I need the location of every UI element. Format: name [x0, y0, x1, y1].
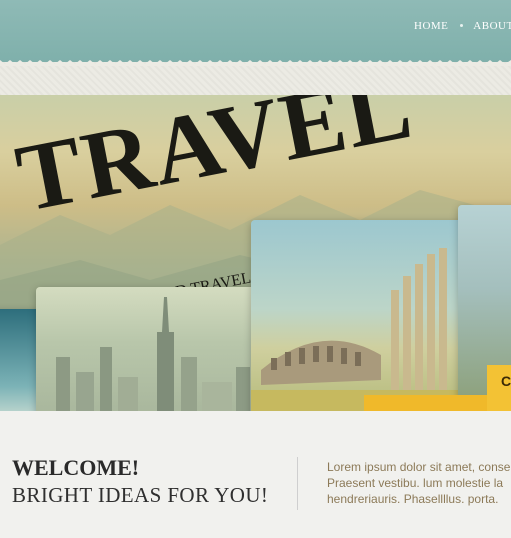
paper-band [0, 62, 511, 96]
cta-letter: C [501, 373, 511, 389]
content-divider [297, 457, 298, 510]
skyline-illustration [56, 297, 250, 411]
nav-separator [459, 23, 463, 27]
site-header: HOME ABOUT [0, 0, 511, 62]
nav-home-link[interactable]: HOME [414, 20, 448, 32]
photo-new-york[interactable] [36, 287, 268, 411]
hero-banner: TRAVEL WORLD TRAVEL AGENCY C [0, 95, 511, 411]
welcome-block: WELCOME! BRIGHT IDEAS FOR YOU! [12, 455, 268, 508]
tagline: BRIGHT IDEAS FOR YOU! [12, 483, 269, 507]
description-line: Praesent vestibu. lum molestie la [327, 476, 504, 490]
description-line: Lorem ipsum dolor sit amet, conse [327, 460, 511, 474]
zigzag-edge [0, 60, 511, 66]
photo-rome[interactable] [251, 220, 469, 411]
welcome-heading: WELCOME! [12, 455, 140, 480]
colosseum-illustration [251, 248, 469, 411]
description-text: Lorem ipsum dolor sit amet, conse Praese… [327, 459, 511, 507]
main-nav: HOME ABOUT [414, 20, 511, 32]
cta-tab[interactable]: C [487, 365, 511, 411]
description-line: hendreriauris. Phasellllus. porta. [327, 492, 499, 506]
nav-about-link[interactable]: ABOUT [473, 20, 511, 32]
